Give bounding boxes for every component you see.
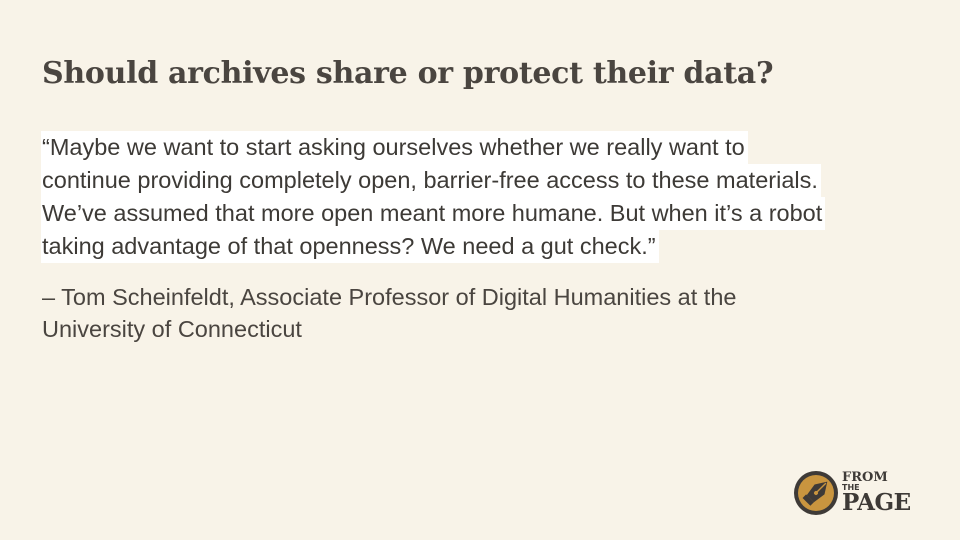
quote-line: “Maybe we want to start asking ourselves…	[41, 131, 748, 164]
logo-word-page: PAGE	[842, 489, 911, 516]
quote-line: continue providing completely open, barr…	[41, 164, 821, 197]
logo-wordmark: FROM THE PAGE	[842, 471, 911, 516]
quote-line: We’ve assumed that more open meant more …	[41, 197, 826, 230]
slide-title: Should archives share or protect their d…	[42, 56, 774, 91]
quote-block: “Maybe we want to start asking ourselves…	[41, 131, 922, 263]
attribution-line: – Tom Scheinfeldt, Associate Professor o…	[42, 284, 737, 310]
attribution-line: University of Connecticut	[42, 316, 302, 342]
from-the-page-logo: FROM THE PAGE	[793, 470, 911, 516]
quote-line: taking advantage of that openness? We ne…	[41, 230, 659, 263]
attribution: – Tom Scheinfeldt, Associate Professor o…	[42, 281, 842, 345]
fountain-pen-nib-icon	[794, 471, 838, 515]
